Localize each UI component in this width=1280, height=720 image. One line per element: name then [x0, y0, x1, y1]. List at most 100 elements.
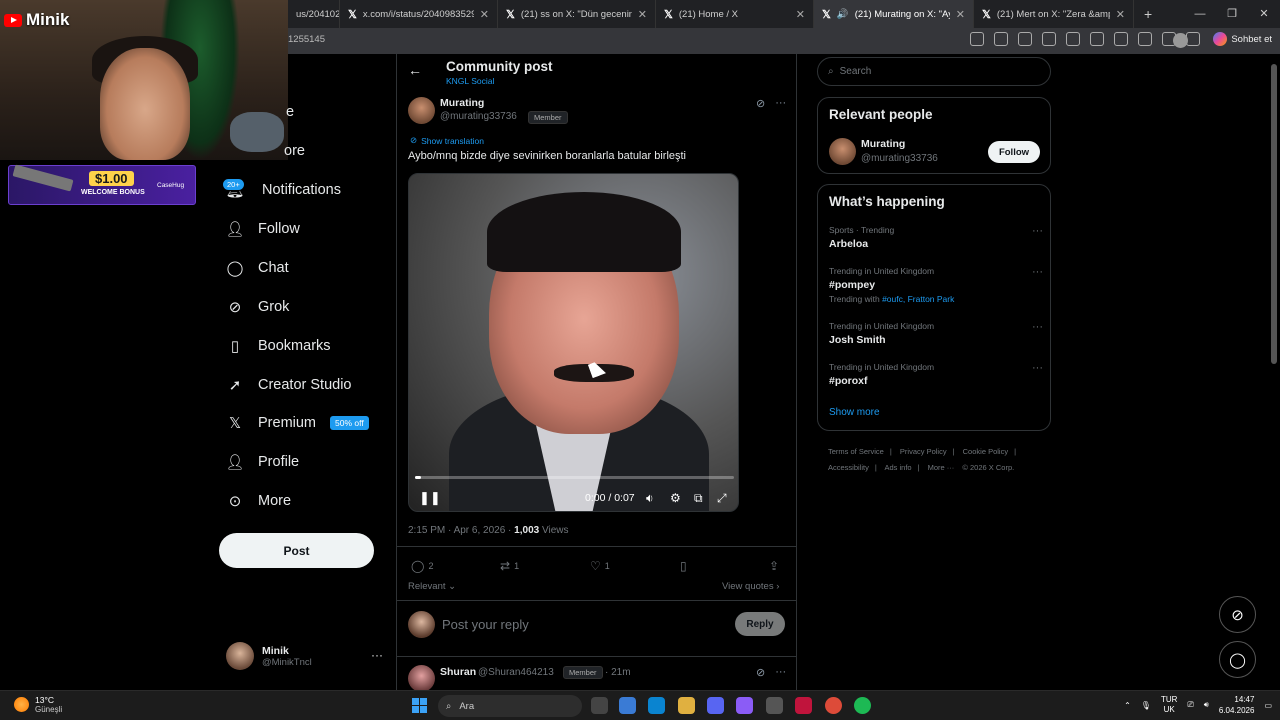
repost-action[interactable]: ⇄ 1 [500, 559, 519, 573]
trend-item[interactable]: Trending in United Kingdom #pompey Trend… [829, 266, 954, 304]
close-icon[interactable]: ✕ [956, 8, 965, 21]
post-timestamp[interactable]: 2:15 PM · Apr 6, 2026 · [408, 525, 514, 536]
close-icon[interactable]: ✕ [1116, 8, 1125, 21]
reply-button[interactable]: Reply [735, 612, 785, 636]
person-handle[interactable]: @murating33736 [861, 153, 938, 164]
comment-author-name[interactable]: Shuran [440, 666, 476, 678]
community-link[interactable]: KNGL Social [446, 76, 494, 86]
scrollbar-thumb[interactable] [1271, 64, 1277, 364]
volume-icon[interactable]: 🔉︎ [646, 491, 654, 506]
trend-item[interactable]: Sports · Trending Arbeloa [829, 225, 894, 250]
trend-item[interactable]: Trending in United Kingdom Josh Smith [829, 321, 934, 346]
weather-widget[interactable]: 13°C Güneşli [14, 695, 62, 714]
close-window-icon[interactable]: ✕ [1248, 0, 1280, 28]
nav-premium[interactable]: 𝕏 Premium 50% off [226, 414, 369, 432]
more-icon[interactable]: ··· [1032, 321, 1043, 333]
footer-link[interactable]: Accessibility [828, 463, 869, 472]
more-icon[interactable]: ··· [775, 666, 786, 679]
sort-replies-dropdown[interactable]: Relevant ⌄ [408, 581, 456, 592]
start-button[interactable] [412, 698, 427, 713]
nav-more[interactable]: ⊙ More [226, 492, 291, 510]
split-screen-icon[interactable] [1138, 32, 1152, 46]
edge-icon[interactable] [648, 697, 665, 714]
browser-tab[interactable]: us/2041026✕ [288, 0, 340, 28]
translate-icon[interactable] [994, 32, 1008, 46]
nav-follow[interactable]: 👤︎ Follow [225, 220, 299, 238]
app-icon[interactable] [736, 697, 753, 714]
discord-icon[interactable] [707, 697, 724, 714]
trend-with-links[interactable]: #oufc, Fratton Park [882, 294, 954, 304]
reply-action[interactable]: ◯ 2 [411, 559, 433, 573]
share-action[interactable]: ⇪ [769, 559, 779, 573]
view-quotes-link[interactable]: View quotes › [722, 581, 779, 592]
copilot-app-icon[interactable] [619, 697, 636, 714]
footer-link[interactable]: Cookie Policy [963, 447, 1008, 456]
restore-icon[interactable]: ❐ [1216, 0, 1248, 28]
bookmark-action[interactable]: ▯ [680, 559, 687, 573]
nav-bookmarks[interactable]: ▯ Bookmarks [226, 337, 331, 355]
back-arrow-icon[interactable]: ← [408, 62, 422, 78]
more-icon[interactable]: ··· [1032, 266, 1043, 278]
nav-chat[interactable]: ◯ Chat [226, 259, 289, 277]
task-view-icon[interactable] [591, 697, 608, 714]
app-icon[interactable] [795, 697, 812, 714]
scrollbar[interactable] [1270, 54, 1278, 686]
trend-item[interactable]: Trending in United Kingdom #poroxf [829, 362, 934, 387]
close-icon[interactable]: ✕ [638, 8, 647, 21]
new-tab-button[interactable]: + [1134, 6, 1162, 22]
collections-icon[interactable] [1186, 32, 1200, 46]
favorite-star-icon[interactable] [1042, 32, 1056, 46]
footer-link[interactable]: More ··· [928, 463, 955, 472]
more-icon[interactable]: ··· [775, 97, 786, 110]
app-icon[interactable] [970, 32, 984, 46]
reply-input[interactable]: Post your reply [442, 617, 529, 632]
read-aloud-icon[interactable] [1018, 32, 1032, 46]
picture-in-picture-icon[interactable]: ⧉ [694, 491, 703, 506]
comment-author-handle[interactable]: @Shuran464213 [478, 667, 554, 678]
extension-icon[interactable] [1090, 32, 1104, 46]
url-text[interactable]: 1255145 [288, 34, 325, 45]
language-indicator[interactable]: TUR UK [1161, 695, 1177, 715]
show-more-link[interactable]: Show more [829, 407, 880, 418]
file-explorer-icon[interactable] [678, 697, 695, 714]
author-handle[interactable]: @murating33736 [440, 111, 517, 122]
show-translation-link[interactable]: ⊘ Show translation [410, 135, 484, 146]
account-switcher[interactable]: Minik @MinikTncl [226, 642, 312, 670]
browser-tab[interactable]: 𝕏 (21) ss on X: "Dün gecenin özeti y ✕ [498, 0, 656, 28]
browser-tab-active[interactable]: 𝕏 🔊 (21) Murating on X: "Aybo/m ✕ [814, 0, 974, 28]
volume-icon[interactable]: 🔊︎ [1204, 700, 1209, 710]
footer-link[interactable]: Privacy Policy [900, 447, 947, 456]
grok-icon[interactable]: ⊘ [756, 666, 765, 679]
spotify-icon[interactable] [854, 697, 871, 714]
taskbar-search[interactable]: ⌕ Ara [438, 695, 582, 717]
author-name[interactable]: Murating [440, 97, 484, 109]
copilot-chat-button[interactable]: Sohbet et [1213, 32, 1272, 46]
footer-link[interactable]: Ads info [884, 463, 911, 472]
profile-avatar[interactable] [1173, 33, 1188, 48]
author-avatar[interactable] [408, 97, 435, 124]
clock[interactable]: 14:47 6.04.2026 [1219, 694, 1255, 716]
grok-fab-button[interactable]: ⊘ [1219, 596, 1256, 633]
more-icon[interactable]: ··· [1032, 362, 1043, 374]
like-action[interactable]: ♡ 1 [590, 559, 610, 573]
settings-gear-icon[interactable]: ⚙ [670, 491, 681, 505]
chevron-up-icon[interactable]: ⌃ [1124, 701, 1131, 710]
browser-tab[interactable]: 𝕏 (21) Home / X ✕ [656, 0, 814, 28]
network-icon[interactable]: ⎚ [1187, 700, 1193, 710]
video-player[interactable]: ❚❚ 0:00 / 0:07 🔉︎ ⚙ ⧉ ⤢ [408, 173, 739, 512]
chat-fab-button[interactable]: ◯ [1219, 641, 1256, 678]
nav-grok[interactable]: ⊘ Grok [226, 298, 290, 316]
extension-icon[interactable] [1066, 32, 1080, 46]
fullscreen-icon[interactable]: ⤢ [717, 491, 727, 506]
grok-icon[interactable]: ⊘ [756, 97, 765, 110]
person-name[interactable]: Murating [861, 138, 905, 150]
minimize-icon[interactable]: — [1184, 0, 1216, 28]
pause-icon[interactable]: ❚❚ [419, 490, 441, 506]
extension-icon[interactable] [1114, 32, 1128, 46]
browser-tab[interactable]: 𝕏 (21) Mert on X: "Zera &amp; Şehm ✕ [974, 0, 1134, 28]
follow-button[interactable]: Follow [988, 141, 1040, 163]
chrome-icon[interactable] [825, 697, 842, 714]
footer-link[interactable]: Terms of Service [828, 447, 884, 456]
post-button[interactable]: Post [219, 533, 374, 568]
nav-creator-studio[interactable]: ➚ Creator Studio [226, 376, 352, 394]
